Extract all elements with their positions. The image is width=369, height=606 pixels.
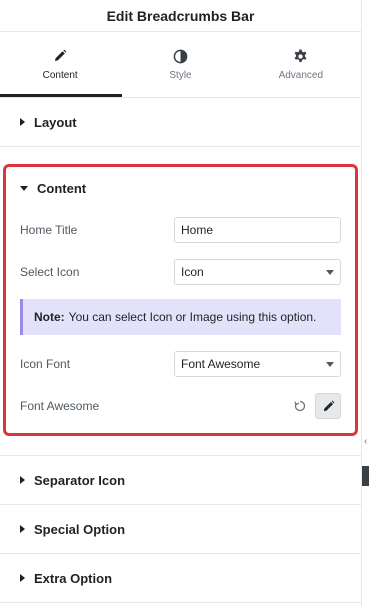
home-title-label: Home Title — [20, 223, 78, 237]
caret-right-icon — [20, 118, 25, 126]
section-extra-toggle[interactable]: Extra Option — [0, 554, 361, 602]
section-special-label: Special Option — [34, 521, 126, 537]
panel-title: Edit Breadcrumbs Bar — [0, 0, 361, 32]
icon-font-row: Icon Font Font Awesome — [6, 343, 355, 385]
gear-icon — [293, 48, 309, 64]
content-section-highlight: Content Home Title Select Icon Icon Note… — [3, 164, 358, 436]
tab-content-label: Content — [42, 70, 78, 81]
icon-font-dropdown[interactable]: Font Awesome — [174, 351, 341, 377]
icon-font-value: Font Awesome — [181, 357, 261, 371]
half-circle-icon — [172, 48, 188, 64]
collapse-chevron-icon[interactable]: ‹ — [364, 436, 367, 447]
caret-down-icon — [20, 185, 28, 191]
section-special-option: Special Option — [0, 505, 361, 554]
section-separator-label: Separator Icon — [34, 472, 126, 488]
font-awesome-actions — [293, 393, 341, 419]
home-title-input[interactable] — [174, 217, 341, 243]
select-icon-row: Select Icon Icon — [6, 251, 355, 293]
select-icon-label: Select Icon — [20, 265, 80, 279]
pencil-icon — [52, 48, 68, 64]
section-special-toggle[interactable]: Special Option — [0, 505, 361, 553]
section-layout: Layout — [0, 98, 361, 147]
edit-icon-button[interactable] — [315, 393, 341, 419]
caret-right-icon — [20, 476, 25, 484]
tab-style[interactable]: Style — [120, 32, 240, 97]
select-icon-dropdown[interactable]: Icon — [174, 259, 341, 285]
tab-style-label: Style — [169, 70, 192, 81]
editor-panel: Edit Breadcrumbs Bar Content Style Advan… — [0, 0, 362, 606]
tab-advanced[interactable]: Advanced — [241, 32, 361, 97]
section-layout-toggle[interactable]: Layout — [0, 98, 361, 146]
icon-font-label: Icon Font — [20, 357, 71, 371]
section-content-toggle[interactable]: Content — [6, 167, 355, 209]
panel-resize-handle[interactable] — [362, 466, 369, 486]
font-awesome-label: Font Awesome — [20, 399, 100, 413]
font-awesome-row: Font Awesome — [6, 385, 355, 427]
section-separator-toggle[interactable]: Separator Icon — [0, 456, 361, 504]
note-prefix: Note: — [34, 310, 65, 324]
note-text: You can select Icon or Image using this … — [68, 310, 317, 324]
pencil-icon — [323, 400, 334, 411]
active-tab-indicator — [0, 94, 122, 97]
section-extra-label: Extra Option — [34, 570, 113, 586]
caret-right-icon — [20, 525, 25, 533]
section-separator-icon: Separator Icon — [0, 456, 361, 505]
home-title-row: Home Title — [6, 209, 355, 251]
section-content-label: Content — [37, 180, 87, 196]
panel-tabs: Content Style Advanced — [0, 32, 361, 98]
section-extra-option: Extra Option — [0, 554, 361, 603]
tab-advanced-label: Advanced — [278, 70, 324, 81]
chevron-down-icon — [326, 269, 334, 275]
info-note: Note: You can select Icon or Image using… — [20, 299, 341, 335]
chevron-down-icon — [326, 361, 334, 367]
section-layout-label: Layout — [34, 114, 77, 130]
tab-content[interactable]: Content — [0, 32, 120, 97]
reset-icon[interactable] — [293, 399, 307, 413]
select-icon-value: Icon — [181, 265, 204, 279]
caret-right-icon — [20, 574, 25, 582]
